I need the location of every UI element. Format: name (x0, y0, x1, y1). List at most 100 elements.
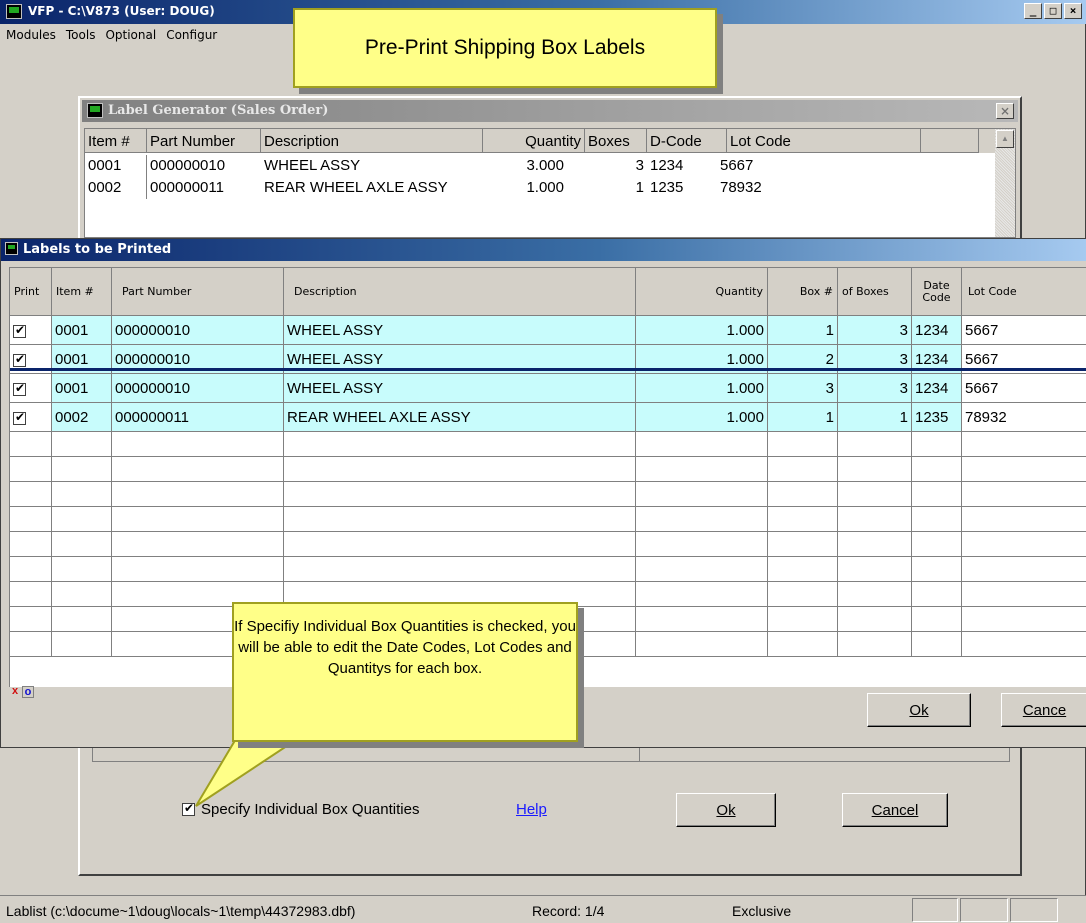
table-row[interactable]: 0001 000000010 WHEEL ASSY 1.000 3 3 1234… (10, 374, 1086, 403)
empty-cell[interactable] (636, 532, 768, 557)
labels-to-print-title-bar[interactable]: Labels to be Printed (1, 239, 1086, 261)
empty-cell[interactable] (284, 432, 636, 457)
label-generator-grid[interactable]: Item # Part Number Description Quantity … (84, 128, 1016, 238)
empty-cell[interactable] (52, 457, 112, 482)
delete-record-icon[interactable]: x (9, 686, 21, 698)
cell-part[interactable]: 000000011 (112, 403, 284, 432)
empty-cell[interactable] (912, 532, 962, 557)
empty-cell[interactable] (112, 457, 284, 482)
empty-cell[interactable] (838, 632, 912, 657)
cell-box[interactable]: 3 (768, 374, 838, 403)
label-generator-close-button[interactable]: × (996, 103, 1014, 119)
label-generator-title-bar[interactable]: Label Generator (Sales Order) × (82, 100, 1018, 122)
empty-cell[interactable] (962, 632, 1086, 657)
cell-of-boxes[interactable]: 3 (838, 316, 912, 345)
cell-lot[interactable]: 78932 (962, 403, 1086, 432)
cell-date-code[interactable]: 1234 (912, 316, 962, 345)
col-quantity[interactable]: Quantity (483, 129, 585, 153)
col-lot-code[interactable]: Lot Code (727, 129, 921, 153)
menu-configure[interactable]: Configur (166, 28, 217, 42)
empty-cell[interactable] (962, 457, 1086, 482)
empty-cell[interactable] (52, 632, 112, 657)
empty-cell[interactable] (838, 532, 912, 557)
empty-cell[interactable] (284, 457, 636, 482)
empty-cell[interactable] (768, 582, 838, 607)
empty-cell[interactable] (838, 457, 912, 482)
empty-cell[interactable] (912, 582, 962, 607)
cell-item[interactable]: 0001 (52, 316, 112, 345)
cell-item[interactable]: 0001 (52, 374, 112, 403)
labels-cancel-button[interactable]: Cance (1001, 693, 1086, 727)
empty-cell[interactable] (912, 632, 962, 657)
table-row[interactable]: 0002 000000011 REAR WHEEL AXLE ASSY 1.00… (10, 403, 1086, 432)
cell-desc[interactable]: WHEEL ASSY (284, 316, 636, 345)
labels-ok-button[interactable]: Ok (867, 693, 971, 727)
empty-cell[interactable] (962, 582, 1086, 607)
cell-qty[interactable]: 1.000 (636, 316, 768, 345)
cell-of-boxes[interactable]: 1 (838, 403, 912, 432)
empty-cell[interactable] (636, 457, 768, 482)
cell-part[interactable]: 000000010 (112, 374, 284, 403)
empty-cell[interactable] (768, 607, 838, 632)
col-boxes[interactable]: Boxes (585, 129, 647, 153)
empty-cell[interactable] (10, 482, 52, 507)
empty-cell[interactable] (284, 507, 636, 532)
label-generator-row[interactable]: 0002 000000011 REAR WHEEL AXLE ASSY 1.00… (85, 177, 995, 199)
new-record-icon[interactable]: o (22, 686, 34, 698)
empty-cell[interactable] (112, 432, 284, 457)
col-of-boxes[interactable]: of Boxes (838, 268, 912, 316)
label-generator-scrollbar[interactable]: ▲ (995, 129, 1015, 237)
empty-cell[interactable] (52, 607, 112, 632)
col-item[interactable]: Item # (52, 268, 112, 316)
empty-cell[interactable] (284, 482, 636, 507)
empty-cell[interactable] (838, 507, 912, 532)
empty-cell[interactable] (636, 482, 768, 507)
empty-cell[interactable] (962, 557, 1086, 582)
cell-desc[interactable]: WHEEL ASSY (284, 374, 636, 403)
col-box-number[interactable]: Box # (768, 268, 838, 316)
col-print[interactable]: Print (10, 268, 52, 316)
empty-cell[interactable] (10, 457, 52, 482)
cell-qty[interactable]: 1.000 (636, 403, 768, 432)
empty-cell[interactable] (838, 582, 912, 607)
empty-cell[interactable] (962, 607, 1086, 632)
empty-cell[interactable] (768, 632, 838, 657)
empty-cell[interactable] (52, 582, 112, 607)
empty-cell[interactable] (838, 482, 912, 507)
print-cell[interactable] (10, 316, 52, 345)
empty-cell[interactable] (962, 507, 1086, 532)
empty-cell[interactable] (10, 432, 52, 457)
menu-modules[interactable]: Modules (6, 28, 56, 42)
empty-cell[interactable] (838, 607, 912, 632)
empty-cell[interactable] (962, 532, 1086, 557)
empty-cell[interactable] (284, 557, 636, 582)
empty-cell[interactable] (636, 557, 768, 582)
maximize-button[interactable]: □ (1044, 3, 1062, 19)
label-generator-cancel-button[interactable]: Cancel (842, 793, 948, 827)
col-lot-code[interactable]: Lot Code (962, 268, 1086, 316)
col-part-number[interactable]: Part Number (147, 129, 261, 153)
empty-cell[interactable] (912, 607, 962, 632)
menu-tools[interactable]: Tools (66, 28, 96, 42)
empty-cell[interactable] (962, 482, 1086, 507)
print-checkbox[interactable] (13, 323, 26, 338)
cell-of-boxes[interactable]: 3 (838, 374, 912, 403)
minimize-button[interactable]: _ (1024, 3, 1042, 19)
empty-cell[interactable] (768, 457, 838, 482)
empty-cell[interactable] (912, 432, 962, 457)
col-item[interactable]: Item # (85, 129, 147, 153)
empty-cell[interactable] (10, 557, 52, 582)
cell-part[interactable]: 000000010 (112, 316, 284, 345)
print-checkbox[interactable] (13, 352, 26, 367)
empty-cell[interactable] (768, 532, 838, 557)
label-generator-row[interactable]: 0001 000000010 WHEEL ASSY 3.000 3 1234 5… (85, 155, 995, 177)
cell-item[interactable]: 0002 (52, 403, 112, 432)
col-description[interactable]: Description (284, 268, 636, 316)
empty-cell[interactable] (52, 507, 112, 532)
empty-cell[interactable] (912, 457, 962, 482)
cell-desc[interactable]: REAR WHEEL AXLE ASSY (284, 403, 636, 432)
empty-cell[interactable] (912, 482, 962, 507)
empty-cell[interactable] (962, 432, 1086, 457)
empty-cell[interactable] (112, 532, 284, 557)
print-cell[interactable] (10, 403, 52, 432)
